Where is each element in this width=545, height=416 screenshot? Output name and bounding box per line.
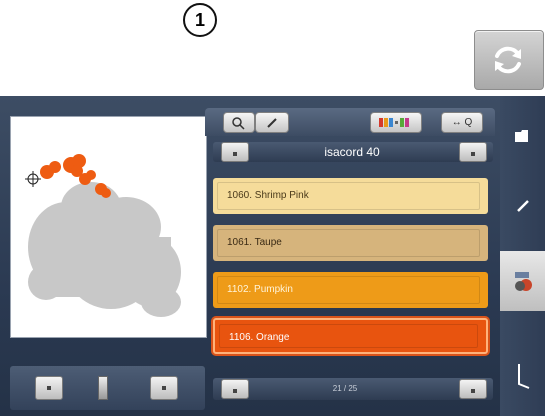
prev-brand-button[interactable] [221, 142, 249, 162]
thread-label: 1060. Shrimp Pink [227, 190, 309, 201]
refresh-button[interactable] [474, 30, 544, 90]
color-chart-icon [379, 118, 409, 127]
thread-item-selected[interactable]: 1106. Orange [213, 318, 488, 354]
next-page-button[interactable] [459, 379, 487, 399]
thread-spool-icon [514, 272, 532, 291]
thread-label: 1061. Taupe [227, 237, 282, 248]
zoom-label: ↔ Q [451, 117, 473, 128]
callout-marker: 1 [183, 3, 217, 37]
prev-page-button[interactable] [221, 379, 249, 399]
magnifier-icon [232, 117, 245, 130]
tab-edit[interactable] [255, 112, 289, 133]
thread-label: 1106. Orange [229, 332, 290, 343]
preview-nav [10, 366, 205, 410]
tab-bar: ↔ Q [205, 108, 495, 136]
thread-item[interactable]: 1061. Taupe [213, 225, 488, 261]
thread-item[interactable]: 1102. Pumpkin [213, 272, 488, 308]
machine-screen: ↔ Q isacord 40 1060. Shrimp Pink 1061. T… [0, 96, 545, 416]
folder-button[interactable] [500, 106, 545, 166]
prev-color-button[interactable] [35, 376, 63, 400]
tab-search[interactable] [223, 112, 255, 133]
page-counter: 21 / 25 [332, 384, 358, 393]
design-preview[interactable] [10, 116, 207, 338]
stitch-button[interactable] [500, 346, 545, 406]
thread-color-button[interactable] [500, 251, 545, 311]
edit-button[interactable] [500, 176, 545, 236]
tab-zoom[interactable]: ↔ Q [441, 112, 483, 133]
tool-column [500, 96, 545, 416]
next-brand-button[interactable] [459, 142, 487, 162]
pencil-icon [267, 118, 277, 128]
next-color-button[interactable] [150, 376, 178, 400]
thread-label: 1102. Pumpkin [227, 284, 293, 295]
thread-item[interactable]: 1060. Shrimp Pink [213, 178, 488, 214]
embroidery-design-image [25, 154, 181, 317]
thread-brand-title: isacord 40 [324, 145, 380, 159]
needle-icon [517, 364, 529, 389]
folder-icon [514, 130, 528, 142]
color-bar-icon [98, 376, 108, 400]
pencil-icon [516, 200, 529, 212]
tab-color-chart[interactable] [370, 112, 422, 133]
refresh-icon [495, 46, 521, 74]
